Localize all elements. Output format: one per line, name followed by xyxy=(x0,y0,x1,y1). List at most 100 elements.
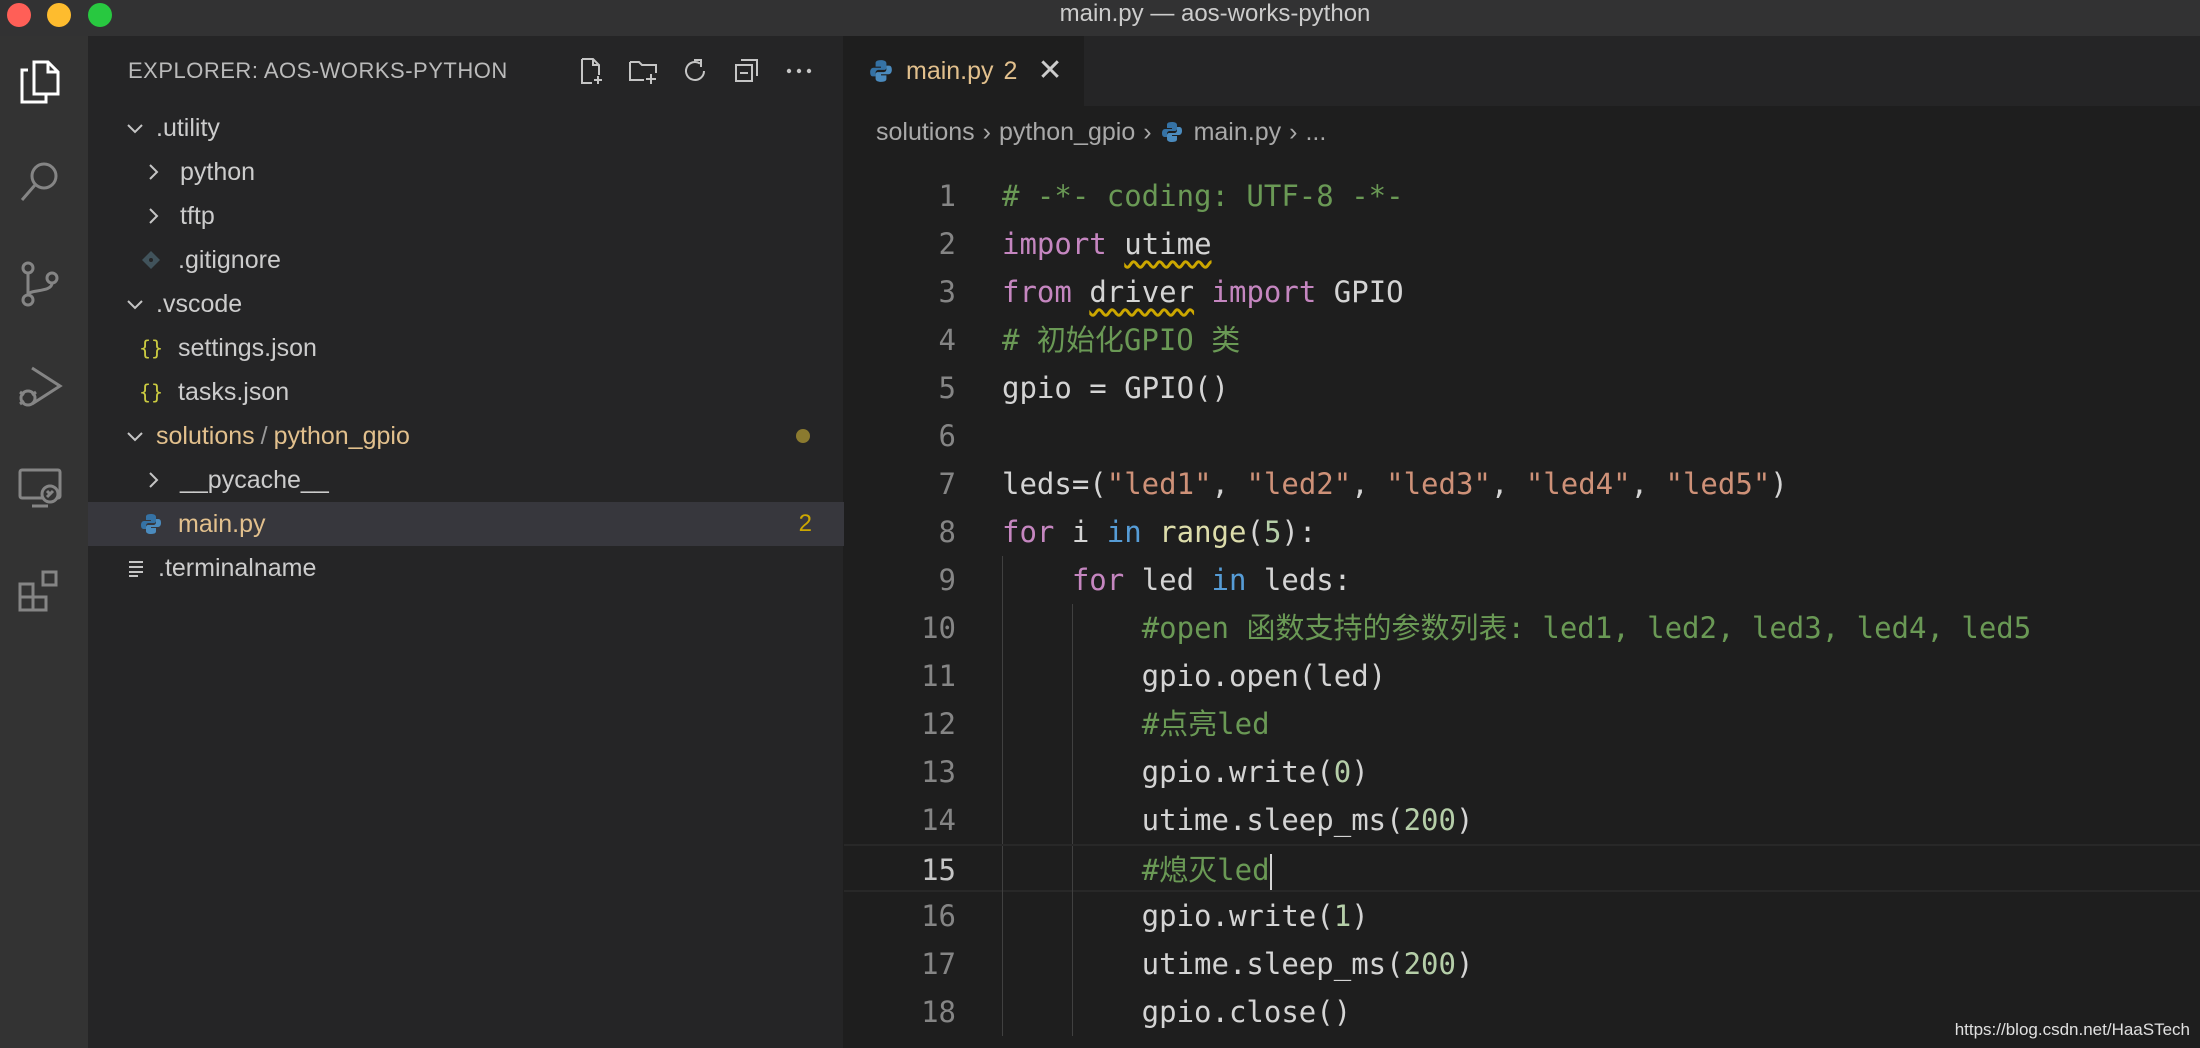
path-separator: / xyxy=(260,421,268,450)
code-editor[interactable]: 1 # -*- coding: UTF-8 -*- 2 import utime 3 fr… xyxy=(844,172,2200,1048)
text-file-icon xyxy=(122,558,152,578)
line-number: 10 xyxy=(921,611,956,645)
line-number: 18 xyxy=(921,995,956,1029)
tab-problem-count: 2 xyxy=(1003,56,1018,85)
collapse-all-icon[interactable] xyxy=(730,54,764,88)
folder-segment: solutions xyxy=(156,421,255,450)
activity-bar xyxy=(0,36,88,1048)
breadcrumb-item[interactable]: main.py xyxy=(1194,118,1282,147)
python-icon xyxy=(136,512,166,536)
code-line[interactable]: 16 gpio.write(1) xyxy=(844,892,2200,940)
tree-item-python[interactable]: python xyxy=(88,150,844,194)
code-line[interactable]: 14 utime.sleep_ms(200) xyxy=(844,796,2200,844)
line-number: 2 xyxy=(938,227,956,261)
breadcrumb-item[interactable]: ... xyxy=(1305,118,1326,147)
code-line[interactable]: 9 for led in leds: xyxy=(844,556,2200,604)
code-line[interactable]: 8 for i in range(5): xyxy=(844,508,2200,556)
tree-item-tftp[interactable]: tftp xyxy=(88,194,844,238)
python-icon xyxy=(1161,122,1182,142)
tree-item-vscode[interactable]: .vscode xyxy=(88,282,844,326)
code-text: gpio.open(led) xyxy=(1002,659,1387,693)
code-text: #点亮led xyxy=(1141,707,1270,741)
window-title: main.py — aos-works-python xyxy=(1059,0,1371,27)
tab-main-py[interactable]: main.py 2 ✕ xyxy=(844,36,1084,106)
line-number: 3 xyxy=(938,275,956,309)
code-line[interactable]: 6 xyxy=(844,412,2200,460)
tree-item-utility[interactable]: .utility xyxy=(88,106,844,150)
code-line[interactable]: 7 leds=("led1", "led2", "led3", "led4", "… xyxy=(844,460,2200,508)
python-icon xyxy=(870,60,892,82)
line-number: 7 xyxy=(938,467,956,501)
explorer-actions xyxy=(574,54,816,88)
code-text: gpio.write(1) xyxy=(1002,899,1369,933)
code-text: utime.sleep_ms(200) xyxy=(1002,803,1474,837)
code-line[interactable]: 13 gpio.write(0) xyxy=(844,748,2200,796)
breadcrumb-item[interactable]: python_gpio xyxy=(999,118,1135,147)
remote-explorer-icon[interactable] xyxy=(14,462,66,514)
editor-area: main.py 2 ✕ solutions › python_gpio › ma… xyxy=(844,36,2200,1048)
line-number: 5 xyxy=(938,371,956,405)
source-control-icon[interactable] xyxy=(14,258,66,310)
code-line[interactable]: 17 utime.sleep_ms(200) xyxy=(844,940,2200,988)
tree-item-gitignore[interactable]: .gitignore xyxy=(88,238,844,282)
tree-item-settings-json[interactable]: {} settings.json xyxy=(88,326,844,370)
tree-item-label: main.py xyxy=(178,509,266,538)
refresh-icon[interactable] xyxy=(678,54,712,88)
tree-item-label: tftp xyxy=(180,201,215,230)
code-text: #open 函数支持的参数列表: led1, led2, led3, led4,… xyxy=(1141,611,2032,645)
chevron-right-icon xyxy=(140,159,166,185)
tree-item-terminalname[interactable]: .terminalname xyxy=(88,546,844,590)
code-text: #熄灭led xyxy=(1002,846,1272,894)
text-cursor xyxy=(1269,854,1272,890)
code-text: for led in leds: xyxy=(1071,563,1352,597)
line-number: 8 xyxy=(938,515,956,549)
chevron-down-icon xyxy=(122,423,148,449)
tree-item-tasks-json[interactable]: {} tasks.json xyxy=(88,370,844,414)
tree-item-pycache[interactable]: __pycache__ xyxy=(88,458,844,502)
code-line[interactable]: 4 # 初始化GPIO 类 xyxy=(844,316,2200,364)
search-icon[interactable] xyxy=(14,156,66,208)
new-folder-icon[interactable] xyxy=(626,54,660,88)
code-text: for i in range(5): xyxy=(1002,515,1317,549)
line-number: 14 xyxy=(921,803,956,837)
code-line[interactable]: 11 gpio.open(led) xyxy=(844,652,2200,700)
code-text: # -*- coding: UTF-8 -*- xyxy=(1002,179,1404,213)
code-line[interactable]: 10 #open 函数支持的参数列表: led1, led2, led3, le… xyxy=(844,604,2200,652)
code-text: gpio.close() xyxy=(1002,995,1352,1029)
code-text: from driver import GPIO xyxy=(1002,275,1404,309)
tree-item-label: python xyxy=(180,157,256,186)
chevron-right-icon xyxy=(140,467,166,493)
tree-item-label: .gitignore xyxy=(178,245,281,274)
line-number: 1 xyxy=(938,179,956,213)
code-line[interactable]: 3 from driver import GPIO xyxy=(844,268,2200,316)
line-number: 6 xyxy=(938,419,956,453)
new-file-icon[interactable] xyxy=(574,54,608,88)
chevron-right-icon: › xyxy=(982,117,991,146)
breadcrumb-item[interactable]: solutions xyxy=(876,118,975,147)
line-number: 17 xyxy=(921,947,956,981)
extensions-icon[interactable] xyxy=(14,564,66,616)
code-line[interactable]: 15 #熄灭led xyxy=(844,844,2200,894)
tree-item-label: .terminalname xyxy=(158,553,317,582)
chevron-right-icon: › xyxy=(1143,117,1152,146)
line-number: 13 xyxy=(921,755,956,789)
chevron-down-icon xyxy=(122,115,148,141)
json-icon: {} xyxy=(138,380,164,404)
code-line[interactable]: 5 gpio = GPIO() xyxy=(844,364,2200,412)
line-number: 19 xyxy=(866,1036,956,1048)
explorer-icon[interactable] xyxy=(14,56,66,108)
modified-dot xyxy=(796,429,810,443)
code-text: gpio.write(0) xyxy=(1002,755,1369,789)
more-icon[interactable] xyxy=(782,54,816,88)
close-icon[interactable]: ✕ xyxy=(1037,56,1062,86)
tree-item-main-py[interactable]: main.py 2 xyxy=(88,502,844,546)
code-line[interactable]: 1 # -*- coding: UTF-8 -*- xyxy=(844,172,2200,220)
code-line[interactable]: 12 #点亮led xyxy=(844,700,2200,748)
chevron-right-icon: › xyxy=(1289,117,1298,146)
title-bar: main.py — aos-works-python xyxy=(0,0,2200,36)
tab-label: main.py xyxy=(906,56,994,85)
code-line[interactable]: 2 import utime xyxy=(844,220,2200,268)
tree-item-solutions-python-gpio[interactable]: solutions / python_gpio xyxy=(88,414,844,458)
chevron-down-icon xyxy=(122,291,148,317)
run-debug-icon[interactable] xyxy=(14,360,66,412)
